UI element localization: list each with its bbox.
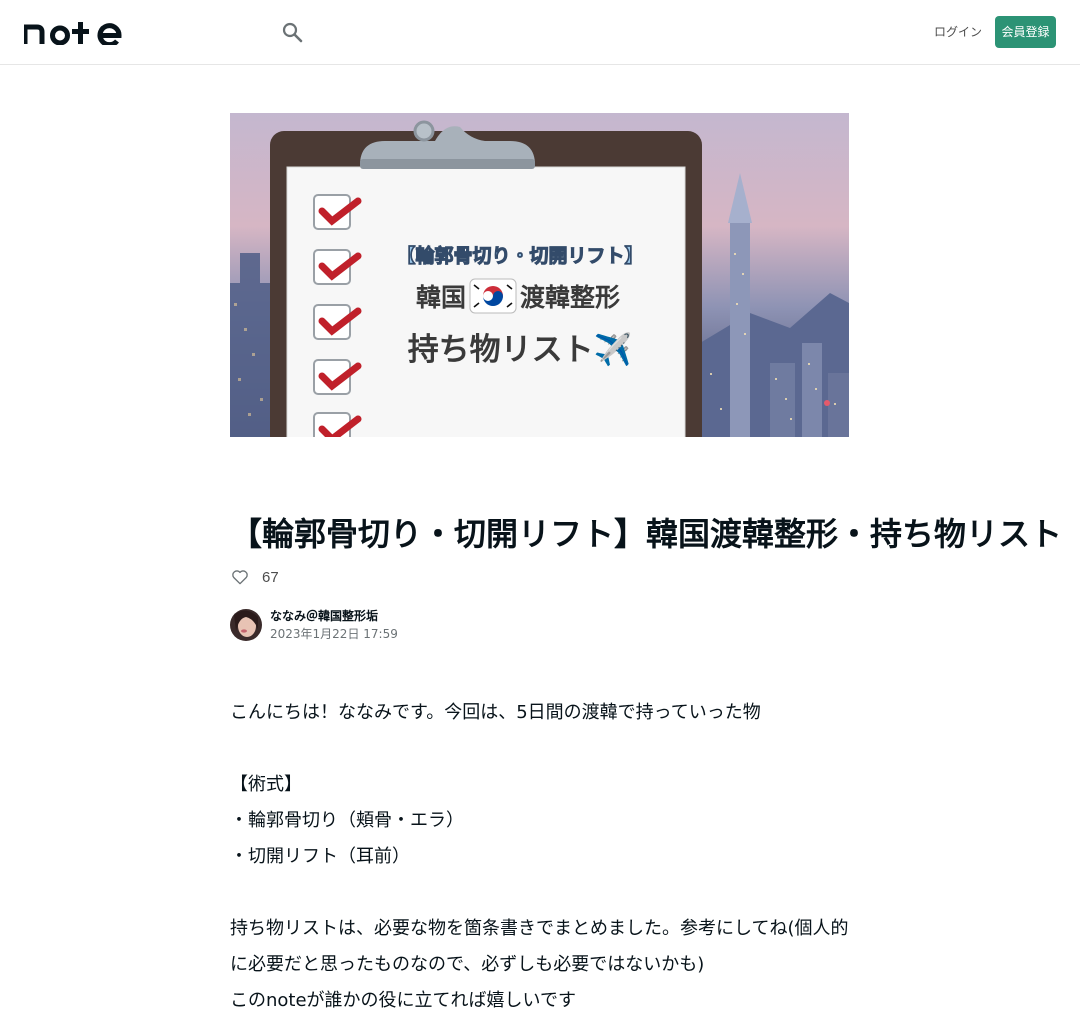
body-paragraph: 【術式】: [230, 774, 302, 795]
avatar[interactable]: [230, 609, 262, 641]
body-paragraph: [230, 731, 850, 767]
login-link[interactable]: ログイン: [924, 16, 992, 48]
body-paragraph: 持ち物リストは、必要な物を箇条書きでまとめました。参考にしてね(個人的に必要だと…: [230, 918, 849, 975]
like-count: 67: [262, 568, 279, 586]
post-date: 2023年1月22日 17:59: [270, 627, 398, 641]
note-logo[interactable]: [22, 19, 124, 48]
heart-icon[interactable]: [230, 567, 250, 587]
article-body: こんにちは！ななみです。今回は、5日間の渡韓で持っていった物 【術式】 ・輪郭骨…: [230, 695, 850, 1019]
site-header: ログイン 会員登録: [0, 0, 1080, 65]
hero-line2: 持ち物リスト✈️: [408, 330, 633, 368]
author-block: ななみ＠韓国整形垢 2023年1月22日 17:59: [230, 607, 398, 643]
article-hero-image: 【輪郭骨切り・切開リフト】 韓国 渡韓整形 持ち物リスト✈️: [230, 113, 849, 437]
body-paragraph: [230, 875, 850, 911]
body-paragraph: このnoteが誰かの役に立てれば嬉しいです: [230, 990, 577, 1011]
hero-bracket-line: 【輪郭骨切り・切開リフト】: [396, 244, 643, 267]
korean-flag-icon: [469, 278, 517, 314]
body-paragraph: ・切開リフト（耳前）: [230, 846, 410, 867]
body-paragraph: ・輪郭骨切り（頬骨・エラ）: [230, 810, 464, 831]
hero-line1-left: 韓国: [416, 283, 466, 312]
search-button[interactable]: [278, 18, 306, 46]
search-icon: [282, 22, 303, 43]
like-row: 67: [230, 565, 279, 589]
author-name[interactable]: ななみ＠韓国整形垢: [270, 607, 398, 625]
hero-line1-right: 渡韓整形: [520, 283, 620, 312]
article-title: 【輪郭骨切り・切開リフト】韓国渡韓整形・持ち物リスト: [230, 515, 1063, 553]
body-paragraph: こんにちは！ななみです。今回は、5日間の渡韓で持っていった物: [230, 702, 761, 723]
signup-button[interactable]: 会員登録: [995, 16, 1056, 48]
